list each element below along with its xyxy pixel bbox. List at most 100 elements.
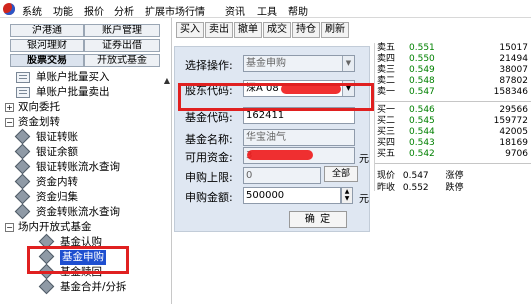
bid-row-3: 买三 0.544 42005	[375, 127, 531, 138]
redaction-mark	[247, 150, 313, 160]
quote-label: 买四	[377, 138, 396, 148]
menu-tools[interactable]: 工具	[257, 3, 277, 18]
menu-help[interactable]: 帮助	[288, 3, 308, 18]
dropdown-arrow-icon[interactable]: ▼	[342, 56, 354, 71]
buy-button[interactable]: 买入	[176, 22, 204, 38]
operation-select[interactable]: 基金申购 ▼	[243, 55, 355, 72]
quote-price: 0.545	[409, 116, 435, 126]
quote-volume: 21494	[499, 54, 528, 64]
quote-volume: 42005	[499, 127, 528, 137]
quote-volume: 15017	[499, 43, 528, 53]
ask-row-5: 卖五 0.551 15017	[375, 43, 531, 54]
tab-stock-trading[interactable]: 股票交易	[10, 54, 84, 67]
quote-label: 买五	[377, 149, 396, 159]
limit-down-label: 跌停	[445, 183, 464, 193]
quote-volume: 159772	[493, 116, 528, 126]
quote-price: 0.543	[409, 138, 435, 148]
tab-securities-lending[interactable]: 证券出借	[84, 39, 160, 52]
fund-name-field: 华宝油气	[243, 129, 355, 146]
fund-code-input[interactable]: 162411	[243, 107, 355, 124]
confirm-button[interactable]: 确 定	[289, 211, 347, 228]
left-navigation-panel: 沪港通 账户管理 银河理财 证券出借 股票交易 开放式基金 ▲ 单账户批量买入 …	[0, 18, 172, 304]
gem-icon	[14, 128, 31, 145]
quote-volume: 158346	[493, 87, 528, 97]
dropdown-arrow-icon[interactable]: ▼	[342, 81, 354, 96]
purchase-limit-label: 申购上限:	[185, 171, 233, 184]
purchase-amount-unit: 元	[359, 194, 369, 205]
tree-label: 银证转账	[36, 131, 78, 143]
operation-label: 选择操作:	[185, 59, 233, 72]
quote-label: 卖五	[377, 43, 396, 53]
step-down-icon[interactable]: ▼	[342, 195, 352, 202]
gem-icon	[14, 143, 31, 160]
menu-extended-market[interactable]: 扩展市场行情	[145, 3, 205, 18]
menu-function[interactable]: 功能	[53, 3, 73, 18]
purchase-amount-input[interactable]: 500000	[243, 187, 341, 204]
redaction-mark	[281, 84, 341, 94]
tree-label: 场内开放式基金	[18, 221, 92, 233]
quote-price: 0.544	[409, 127, 435, 137]
trades-button[interactable]: 成交	[263, 22, 291, 38]
gem-icon	[14, 158, 31, 175]
tree-label: 基金赎回	[60, 266, 102, 278]
tree-label: 单账户批量买入	[36, 71, 110, 83]
quote-label: 买三	[377, 127, 396, 137]
gem-icon	[38, 278, 55, 295]
purchase-limit-field: 0	[243, 167, 321, 184]
scroll-up-arrow-icon[interactable]: ▲	[162, 74, 172, 88]
purchase-form: 选择操作: 基金申购 ▼ 股东代码: 深A 08 ▼ 基金代码: 162411 …	[174, 46, 370, 232]
shareholder-code-value: 深A 08	[246, 83, 279, 94]
document-icon	[16, 87, 30, 98]
tree-label: 基金合并/分拆	[60, 281, 127, 293]
available-funds-unit: 元	[359, 154, 369, 165]
quote-price: 0.549	[409, 65, 435, 75]
menu-bar: 系统 功能 报价 分析 扩展市场行情 资讯 工具 帮助	[0, 0, 531, 18]
expand-icon[interactable]: +	[5, 103, 14, 112]
tab-shanghai-hk-connect[interactable]: 沪港通	[10, 24, 84, 37]
refresh-button[interactable]: 刷新	[321, 22, 349, 38]
quote-price: 0.551	[409, 43, 435, 53]
quote-label: 卖二	[377, 76, 396, 86]
collapse-icon[interactable]: −	[5, 223, 14, 232]
sell-button[interactable]: 卖出	[205, 22, 233, 38]
shareholder-code-label: 股东代码:	[185, 84, 233, 97]
quote-price: 0.550	[409, 54, 435, 64]
full-amount-button[interactable]: 全部	[324, 166, 358, 182]
menu-news[interactable]: 资讯	[225, 3, 245, 18]
tree-label: 银证转账流水查询	[36, 161, 120, 173]
menu-quote[interactable]: 报价	[84, 3, 104, 18]
menu-system[interactable]: 系统	[22, 3, 42, 18]
bid-row-2: 买二 0.545 159772	[375, 116, 531, 127]
app-logo-icon	[3, 3, 15, 15]
gem-icon	[38, 248, 55, 265]
cancel-order-button[interactable]: 撤单	[234, 22, 262, 38]
tab-open-end-fund[interactable]: 开放式基金	[84, 54, 160, 67]
operation-value: 基金申购	[246, 58, 286, 69]
tree-label: 基金认购	[60, 236, 102, 248]
prev-close-row: 昨收 0.552 跌停	[377, 180, 464, 193]
quote-volume: 29566	[499, 105, 528, 115]
amount-stepper[interactable]: ▲ ▼	[341, 187, 353, 204]
tab-galaxy-wealth[interactable]: 银河理财	[10, 39, 84, 52]
quote-label: 卖一	[377, 87, 396, 97]
tree-label: 资金归集	[36, 191, 78, 203]
quote-divider	[375, 163, 531, 164]
bid-row-1: 买一 0.546 29566	[375, 105, 531, 116]
collapse-icon[interactable]: −	[5, 118, 14, 127]
prev-close-label: 昨收	[377, 183, 396, 193]
bid-row-4: 买四 0.543 18169	[375, 138, 531, 149]
menu-analysis[interactable]: 分析	[114, 3, 134, 18]
quote-label: 卖四	[377, 54, 396, 64]
positions-button[interactable]: 持仓	[292, 22, 320, 38]
step-up-icon[interactable]: ▲	[342, 188, 352, 195]
quote-price: 0.546	[409, 105, 435, 115]
quote-label: 买一	[377, 105, 396, 115]
ask-row-3: 卖三 0.549 38007	[375, 65, 531, 76]
quote-label: 买二	[377, 116, 396, 126]
gem-icon	[38, 263, 55, 280]
gem-icon	[14, 173, 31, 190]
tab-account-management[interactable]: 账户管理	[84, 24, 160, 37]
quote-panel: 卖五 0.551 15017 卖四 0.550 21494 卖三 0.549 3…	[374, 43, 531, 193]
gem-icon	[38, 233, 55, 250]
ask-row-2: 卖二 0.548 87802	[375, 76, 531, 87]
